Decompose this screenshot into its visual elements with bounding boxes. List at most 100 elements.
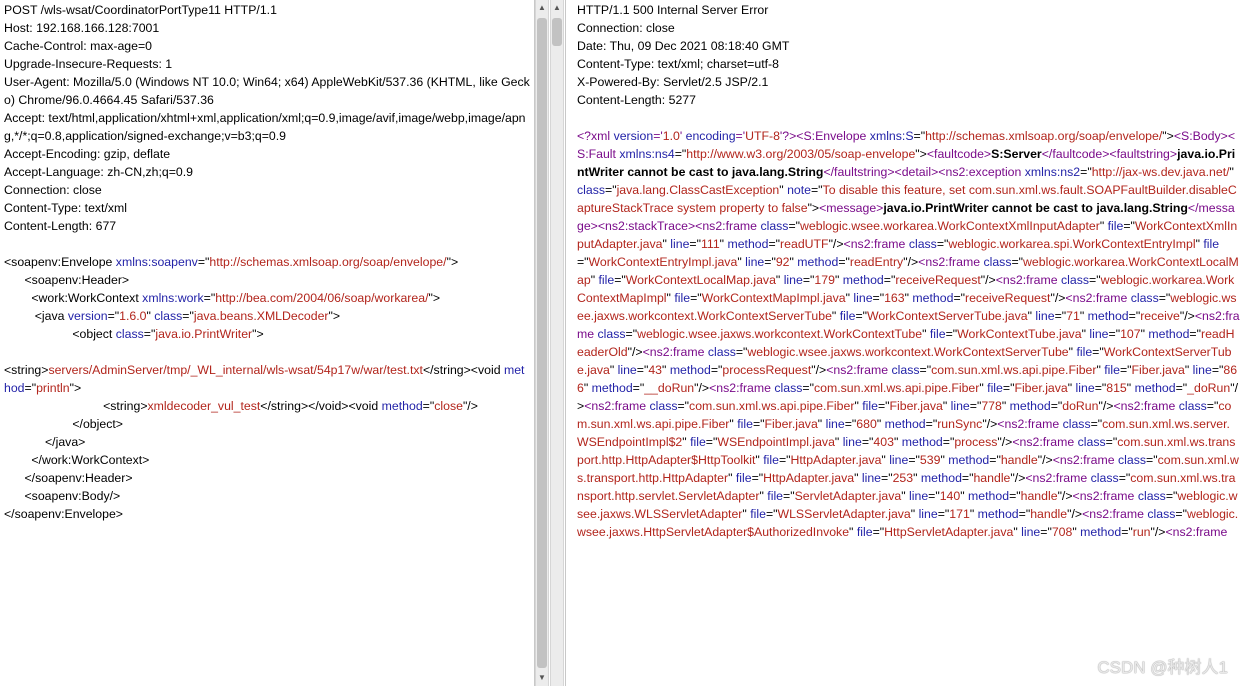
xml-token: <ns2:frame (1065, 291, 1131, 305)
xml-token: "/> (694, 381, 710, 395)
xml-token: class (1118, 453, 1147, 467)
xml-token: <ns2:frame (642, 345, 708, 359)
xml-token: </soapenv:Header> (4, 471, 133, 485)
scroll-up-arrow-icon[interactable]: ▲ (551, 1, 563, 15)
xml-token: " (1184, 363, 1193, 377)
xml-token: =" (919, 363, 932, 377)
xml-token: class (760, 219, 789, 233)
xml-token: http://schemas.xmlsoap.org/soap/envelope… (925, 129, 1163, 143)
xml-token: <ns2:frame (1025, 471, 1091, 485)
response-pane[interactable]: HTTP/1.1 500 Internal Server Error Connec… (565, 0, 1244, 686)
request-pane[interactable]: POST /wls-wsat/CoordinatorPortType11 HTT… (0, 0, 535, 686)
xml-token: method (797, 255, 839, 269)
xml-token: class (707, 345, 736, 359)
xml-token: file (1104, 363, 1120, 377)
xml-token: class (891, 363, 920, 377)
request-body-line: <soapenv:Header> (4, 271, 530, 289)
xml-token: " (922, 327, 930, 341)
xml-token: "/> (1098, 399, 1114, 413)
xml-token: =" (1128, 309, 1141, 323)
scrollbar-thumb[interactable] (537, 18, 547, 668)
xml-token: =" (783, 489, 795, 503)
request-header-line: Connection: close (4, 183, 102, 197)
xml-token: file (1203, 237, 1220, 251)
request-header-line: User-Agent: Mozilla/5.0 (Windows NT 10.0… (4, 75, 530, 107)
xml-token: <string> (4, 399, 148, 413)
xml-token: note (787, 183, 811, 197)
request-header-line: Accept: text/html,application/xhtml+xml,… (4, 111, 526, 143)
xml-token: " (737, 255, 746, 269)
xml-token: =" (632, 381, 645, 395)
response-scrollbar[interactable]: ▲ (550, 0, 564, 686)
xml-token: class (908, 237, 937, 251)
xml-token: 163 (884, 291, 905, 305)
xml-token: <ns2:frame (1012, 435, 1078, 449)
xml-token: " (901, 489, 910, 503)
xml-token: =" (1189, 327, 1201, 341)
xml-token: file (598, 273, 615, 287)
xml-token: =" (1002, 381, 1015, 395)
xml-token: Fiber.java (764, 417, 818, 431)
xml-token: run (1132, 525, 1151, 539)
xml-token: method (727, 237, 769, 251)
xml-token: =" (989, 453, 1001, 467)
xml-token: "> (428, 291, 441, 305)
response-header-line: Connection: close (577, 21, 675, 35)
xml-token: =" (1146, 453, 1158, 467)
xml-token: WorkContextTube.java (957, 327, 1082, 341)
scrollbar-thumb[interactable] (552, 18, 562, 46)
xml-token: "/> (828, 237, 844, 251)
request-editor[interactable]: POST /wls-wsat/CoordinatorPortType11 HTT… (0, 0, 534, 523)
xml-token: doRun (1062, 399, 1099, 413)
xml-token: " (728, 471, 736, 485)
xml-token: weblogic.wsee.jaxws.workcontext.WorkCont… (637, 327, 923, 341)
xml-token: <ns2:frame (1082, 507, 1148, 521)
xml-token: line (745, 255, 765, 269)
xml-token: =" (883, 273, 896, 287)
xml-token: xmlns:S (869, 129, 914, 143)
xml-token: =" (1206, 399, 1219, 413)
xml-token: =" (1108, 327, 1121, 341)
xml-token: =" (1040, 525, 1052, 539)
xml-token: <faultcode> (926, 147, 992, 161)
xml-token: Fiber.java (889, 399, 943, 413)
xml-token: =" (942, 435, 955, 449)
xml-token: <S:Envelope (796, 129, 870, 143)
xml-token: =" (1120, 363, 1132, 377)
xml-token: </java> (4, 435, 86, 449)
xml-token: =" (1123, 219, 1135, 233)
request-header-line: Cache-Control: max-age=0 (4, 39, 152, 53)
request-header-line: Content-Type: text/xml (4, 201, 128, 215)
xml-token: WSEndpointImpl.java (717, 435, 835, 449)
xml-token: =" (24, 381, 37, 395)
scroll-down-arrow-icon[interactable]: ▼ (536, 671, 548, 685)
request-body-line: <string>xmldecoder_vul_test</string></vo… (4, 397, 530, 415)
xml-token: " (960, 489, 969, 503)
xml-token: =' (735, 129, 746, 143)
xml-token: =" (811, 183, 823, 197)
xml-token: "/> (1050, 291, 1066, 305)
xml-token: xmlns:soapenv (115, 255, 198, 269)
response-editor[interactable]: HTTP/1.1 500 Internal Server Error Connec… (566, 0, 1244, 541)
xml-token: class (1062, 417, 1091, 431)
scroll-up-arrow-icon[interactable]: ▲ (536, 1, 548, 15)
xml-token: UTF-8 (745, 129, 780, 143)
xml-token: " (662, 363, 670, 377)
xml-token: " (893, 435, 902, 449)
xml-token: =" (1165, 489, 1178, 503)
xml-token: <?xml (577, 129, 614, 143)
xml-token: =" (1089, 273, 1101, 287)
xml-token: class (577, 183, 606, 197)
request-scrollbar[interactable]: ▲ ▼ (535, 0, 549, 686)
xml-token: </object> (4, 417, 123, 431)
xml-token: =" (1090, 417, 1103, 431)
xml-token: " (1067, 381, 1076, 395)
xml-token: file (839, 309, 856, 323)
xml-token: file (690, 435, 706, 449)
xml-token: method (912, 291, 954, 305)
xml-token: receiveRequest (895, 273, 981, 287)
xml-token: =" (577, 255, 589, 269)
request-header-line: Upgrade-Insecure-Requests: 1 (4, 57, 173, 71)
xml-token: " (910, 507, 919, 521)
